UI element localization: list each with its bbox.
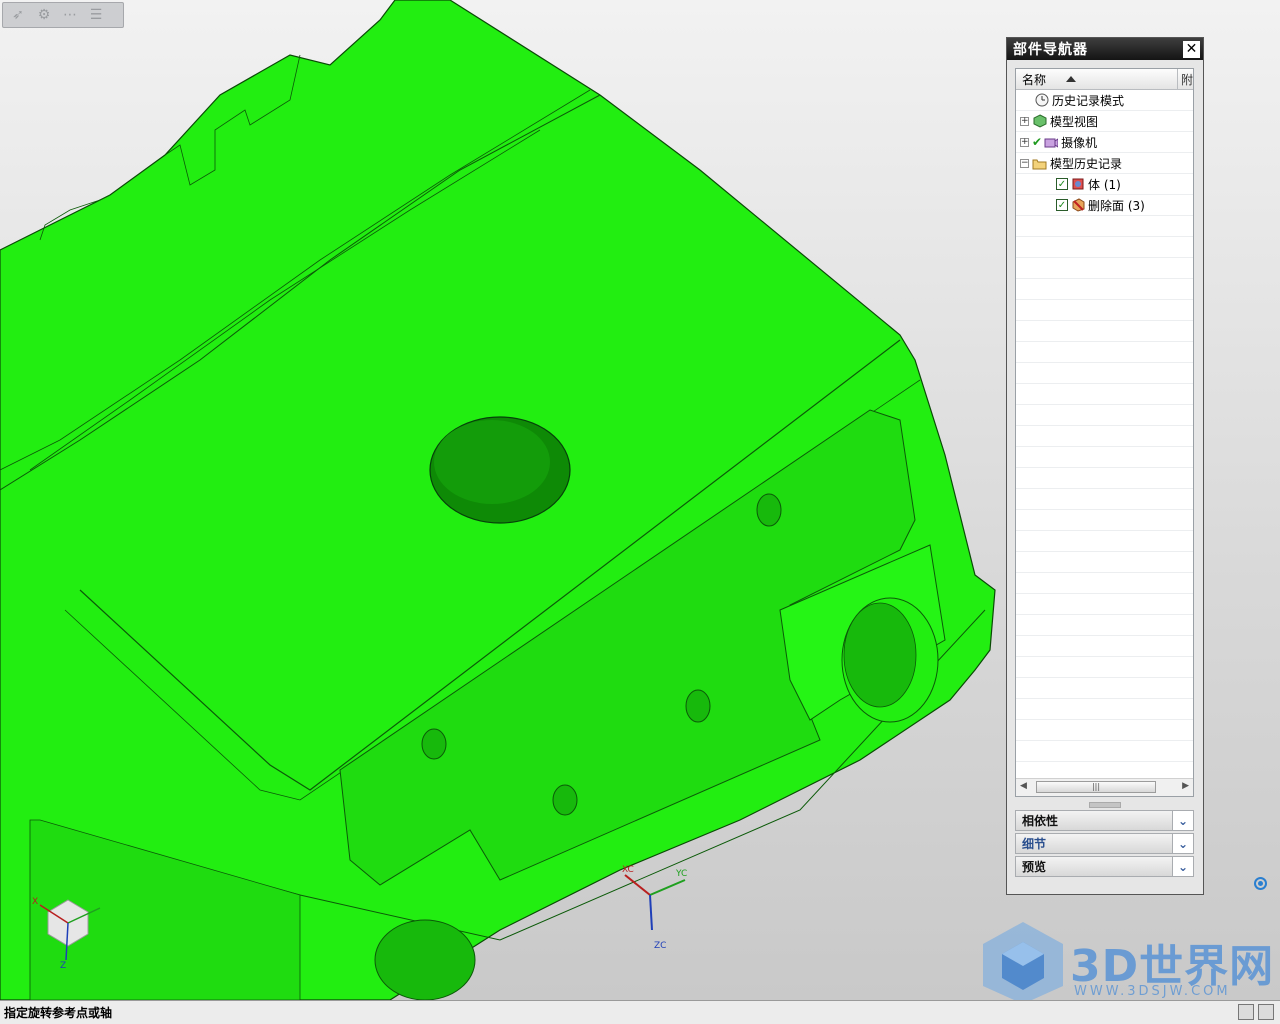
wcs-z-label: ZC	[654, 941, 666, 951]
tree-item-label: 历史记录模式	[1052, 93, 1125, 108]
folder-icon	[1032, 156, 1047, 171]
section-label: 相依性	[1022, 814, 1059, 828]
tree-empty-row	[1016, 363, 1193, 384]
section-label: 细节	[1022, 837, 1047, 851]
tree-item-label: 摄像机	[1061, 135, 1098, 150]
horizontal-scrollbar[interactable]: ◀ ||| ▶	[1016, 778, 1193, 796]
grid-icon[interactable]: ⋯	[59, 5, 81, 25]
tree-item-body[interactable]: ✓ 体 (1)	[1016, 174, 1193, 195]
tree-item-label: 模型视图	[1050, 114, 1099, 129]
tree-empty-row	[1016, 573, 1193, 594]
tree-item-model-views[interactable]: + 模型视图	[1016, 111, 1193, 132]
tree-empty-row	[1016, 594, 1193, 615]
tree-empty-row	[1016, 636, 1193, 657]
delete-face-icon	[1070, 198, 1085, 213]
gear-icon[interactable]: ⚙	[33, 5, 55, 25]
camera-icon	[1043, 135, 1058, 150]
menu-list-icon[interactable]: ☰	[85, 5, 107, 25]
tree-header: 名称 附	[1016, 69, 1193, 90]
wcs-x-label: XC	[622, 865, 634, 875]
column-header-extra[interactable]: 附	[1178, 69, 1193, 89]
tree-empty-row	[1016, 342, 1193, 363]
triad-x-label: X	[32, 897, 38, 907]
close-icon[interactable]: ✕	[1183, 40, 1200, 58]
expand-icon[interactable]: +	[1020, 137, 1029, 147]
tree-empty-row	[1016, 300, 1193, 321]
tree-empty-row	[1016, 237, 1193, 258]
tree-empty-row	[1016, 657, 1193, 678]
tree-empty-row	[1016, 720, 1193, 741]
mini-toolbar: ➶ ⚙ ⋯ ☰	[2, 2, 124, 28]
status-icons	[1238, 1004, 1274, 1020]
tree-item-delete-face[interactable]: ✓ 删除面 (3)	[1016, 195, 1193, 216]
collapse-icon[interactable]: −	[1020, 158, 1029, 168]
section-preview[interactable]: 预览 ⌄	[1015, 856, 1194, 877]
tree-empty-row	[1016, 741, 1193, 762]
scroll-left-icon[interactable]: ◀	[1020, 781, 1027, 791]
navigator-titlebar[interactable]: 部件导航器 ✕	[1007, 38, 1203, 60]
section-dependencies[interactable]: 相依性 ⌄	[1015, 810, 1194, 831]
expand-icon[interactable]: +	[1020, 116, 1029, 126]
tree-empty-row	[1016, 552, 1193, 573]
watermark-logo: 3D世界网 WWW.3DSJW.COM	[978, 920, 1278, 1000]
tree-empty-row	[1016, 468, 1193, 489]
column-name-label: 名称	[1022, 72, 1047, 87]
fullscreen-icon[interactable]	[1238, 1004, 1254, 1020]
section-label: 预览	[1022, 860, 1047, 874]
wcs-y-label: YC	[675, 869, 687, 879]
visibility-checkbox[interactable]: ✓	[1056, 178, 1068, 190]
view-triad: X Z	[32, 897, 101, 970]
window-icon[interactable]	[1258, 1004, 1274, 1020]
status-bar: 指定旋转参考点或轴	[0, 1000, 1280, 1024]
navigator-title: 部件导航器	[1013, 42, 1088, 58]
tree-item-model-history[interactable]: − 模型历史记录	[1016, 153, 1193, 174]
tree-item-label: 模型历史记录	[1050, 156, 1123, 171]
tree-empty-row	[1016, 426, 1193, 447]
tree-empty-row	[1016, 447, 1193, 468]
tree-item-label: 体 (1)	[1088, 177, 1121, 192]
checkmark-icon: ✔	[1032, 135, 1043, 149]
tree-empty-row	[1016, 678, 1193, 699]
cube-logo-icon	[983, 922, 1063, 1000]
select-arrow-icon[interactable]: ➶	[7, 5, 29, 25]
visibility-checkbox[interactable]: ✓	[1056, 199, 1068, 211]
triad-z-label: Z	[60, 961, 66, 970]
chevron-down-icon[interactable]: ⌄	[1172, 834, 1193, 853]
tree-empty-row	[1016, 321, 1193, 342]
panel-splitter[interactable]	[1089, 802, 1121, 808]
chevron-down-icon[interactable]: ⌄	[1172, 857, 1193, 876]
tree-empty-row	[1016, 384, 1193, 405]
tree-empty-area	[1016, 216, 1193, 783]
column-header-name[interactable]: 名称	[1016, 69, 1178, 89]
tree-empty-row	[1016, 216, 1193, 237]
navigator-tree[interactable]: 名称 附 历史记录模式 + 模型视图 + ✔ 摄像机 − 模型历史记录 ✓ 体 …	[1015, 68, 1194, 797]
tree-empty-row	[1016, 699, 1193, 720]
watermark-url: WWW.3DSJW.COM	[1074, 984, 1231, 999]
sort-ascending-icon	[1066, 76, 1077, 82]
scroll-right-icon[interactable]: ▶	[1182, 781, 1189, 791]
snap-point-icon[interactable]	[1254, 877, 1267, 890]
tree-empty-row	[1016, 489, 1193, 510]
scrollbar-thumb[interactable]: |||	[1036, 781, 1156, 793]
status-prompt: 指定旋转参考点或轴	[4, 1006, 113, 1020]
tree-empty-row	[1016, 258, 1193, 279]
tree-item-history-mode[interactable]: 历史记录模式	[1016, 90, 1193, 111]
part-navigator-panel: 部件导航器 ✕ 名称 附 历史记录模式 + 模型视图 + ✔ 摄像机 − 模型历…	[1006, 37, 1204, 895]
tree-empty-row	[1016, 615, 1193, 636]
tree-empty-row	[1016, 279, 1193, 300]
section-details[interactable]: 细节 ⌄	[1015, 833, 1194, 854]
tree-empty-row	[1016, 510, 1193, 531]
body-feature-icon	[1070, 177, 1085, 192]
tree-empty-row	[1016, 405, 1193, 426]
chevron-down-icon[interactable]: ⌄	[1172, 811, 1193, 830]
tree-item-label: 删除面 (3)	[1088, 198, 1145, 213]
tree-empty-row	[1016, 531, 1193, 552]
wcs-triad: XC YC ZC	[622, 865, 687, 951]
tree-item-cameras[interactable]: + ✔ 摄像机	[1016, 132, 1193, 153]
model-view-icon	[1032, 114, 1047, 129]
clock-icon	[1034, 93, 1049, 108]
